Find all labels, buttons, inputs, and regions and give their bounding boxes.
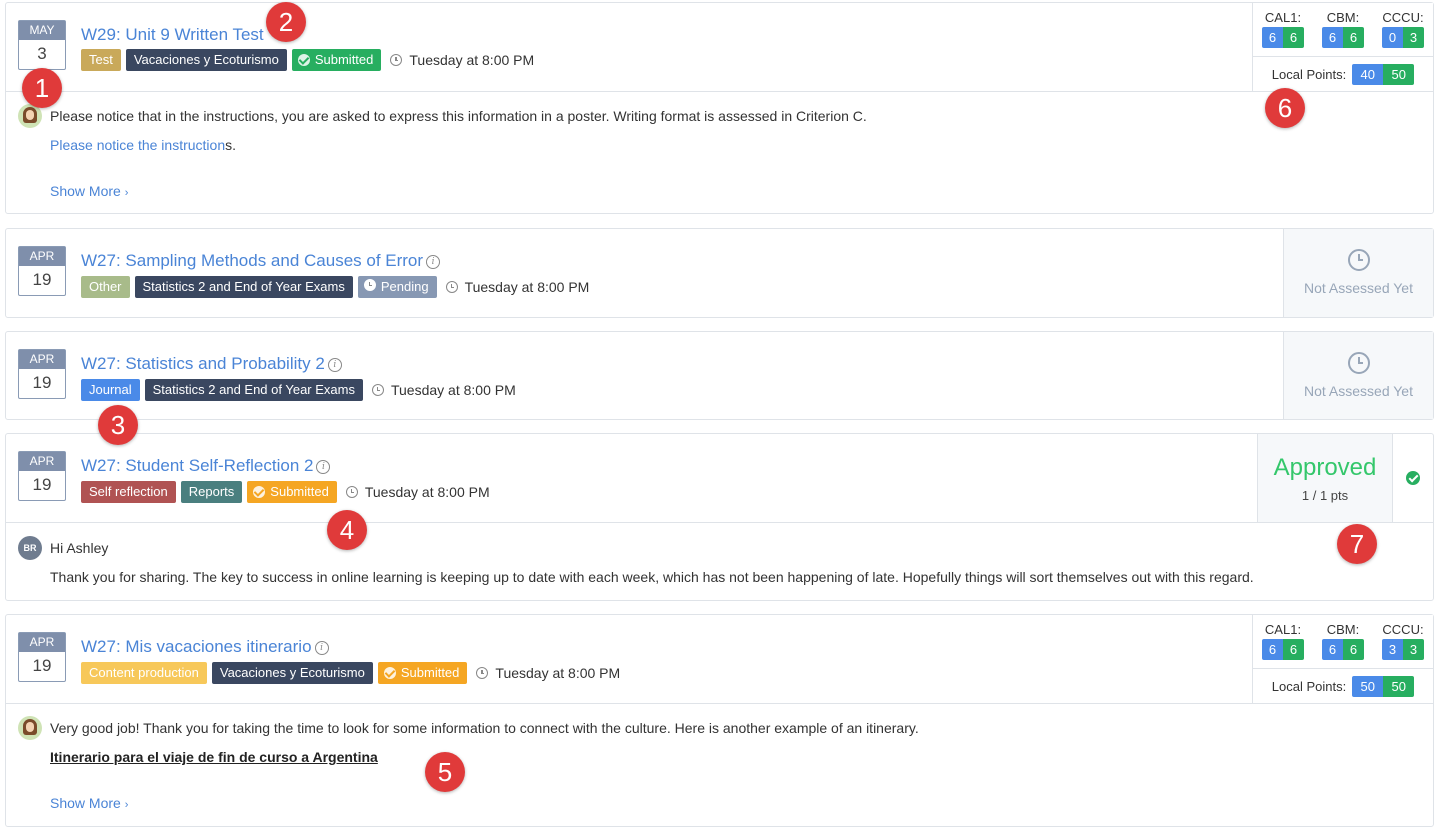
result-panel: Approved 1 / 1 pts <box>1257 434 1392 522</box>
avatar: BR <box>18 536 42 560</box>
tag-type[interactable]: Content production <box>81 662 207 684</box>
assignment-card: APR 19 W27: Statistics and Probability 2… <box>5 331 1434 420</box>
grades-panel: CAL1: 6 6 CBM: 6 6 CCCU: 0 3 Local Points: 40 5… <box>1252 3 1433 91</box>
assignment-title-link[interactable]: W27: Statistics and Probability 2i <box>81 354 342 374</box>
criterion-cal1: CAL1: 6 6 <box>1262 10 1304 56</box>
assignment-title-link[interactable]: W27: Sampling Methods and Causes of Erro… <box>81 251 441 271</box>
info-icon[interactable]: i <box>316 460 331 474</box>
due-date: Tuesday at 8:00 PM <box>371 382 516 398</box>
assignment-title-link[interactable]: W29: Unit 9 Written Test <box>81 25 264 45</box>
criterion-cbm: CBM: 6 6 <box>1322 10 1364 56</box>
itinerary-link[interactable]: Itinerario para el viaje de fin de curso… <box>50 749 378 765</box>
assessment-status: Not Assessed Yet <box>1283 332 1433 419</box>
callout-badge: 1 <box>22 68 62 108</box>
show-more-button[interactable]: Show More › <box>50 183 128 199</box>
criterion-cal1: CAL1: 6 6 <box>1262 622 1304 668</box>
callout-badge: 7 <box>1337 524 1377 564</box>
status-badge: Pending <box>357 276 437 298</box>
check-icon <box>383 667 396 679</box>
date-badge: APR 19 <box>18 349 66 399</box>
avatar <box>18 716 42 740</box>
tag-unit[interactable]: Statistics 2 and End of Year Exams <box>144 379 363 401</box>
check-icon <box>253 486 266 498</box>
tag-unit[interactable]: Vacaciones y Ecoturismo <box>211 662 373 684</box>
date-badge: APR 19 <box>18 451 66 501</box>
assignment-card: MAY 3 W29: Unit 9 Written Test Test Vaca… <box>5 2 1434 214</box>
due-date: Tuesday at 8:00 PM <box>445 279 589 295</box>
assignment-title-link[interactable]: W27: Mis vacaciones itinerario i <box>81 637 329 657</box>
callout-badge: 4 <box>327 510 367 550</box>
clock-icon <box>390 54 403 66</box>
criterion-cbm: CBM: 6 6 <box>1322 622 1364 668</box>
tag-unit[interactable]: Vacaciones y Ecoturismo <box>125 49 287 71</box>
local-points: Local Points: 40 50 <box>1253 57 1433 91</box>
assessment-status: Not Assessed Yet <box>1283 229 1433 317</box>
status-badge: Submitted <box>247 481 337 503</box>
assignment-card: APR 19 W27: Student Self-Reflection 2i S… <box>5 433 1434 601</box>
callout-badge: 6 <box>1265 88 1305 128</box>
check-circle-icon <box>1406 471 1420 485</box>
grades-panel: CAL1: 6 6 CBM: 6 6 CCCU: 3 3 Local Points: 50 5… <box>1252 615 1433 703</box>
clock-icon <box>1347 249 1370 271</box>
check-icon <box>297 54 310 66</box>
clock-icon <box>1347 352 1370 374</box>
clock-icon <box>476 667 489 679</box>
show-more-button[interactable]: Show More › <box>50 795 128 811</box>
clock-icon <box>363 279 376 291</box>
tag-category[interactable]: Reports <box>180 481 243 503</box>
chevron-right-icon: › <box>124 187 129 199</box>
instructions-link[interactable]: Please notice the instruction <box>50 137 225 153</box>
tag-type[interactable]: Other <box>81 276 130 298</box>
info-icon[interactable]: i <box>426 255 441 269</box>
clock-icon <box>345 486 358 498</box>
date-badge: MAY 3 <box>18 20 66 70</box>
callout-badge: 5 <box>425 752 465 792</box>
status-badge: Submitted <box>377 662 468 684</box>
teacher-comment: Very good job! Thank you for taking the … <box>6 703 1433 827</box>
clock-icon <box>445 281 458 293</box>
due-date: Tuesday at 8:00 PM <box>390 52 534 68</box>
date-badge: APR 19 <box>18 632 66 682</box>
due-date: Tuesday at 8:00 PM <box>345 484 490 500</box>
teacher-comment: BR Hi Ashley Thank you for sharing. The … <box>6 522 1433 601</box>
tag-type[interactable]: Journal <box>81 379 140 401</box>
tag-type[interactable]: Self reflection <box>81 481 176 503</box>
assignment-title-link[interactable]: W27: Student Self-Reflection 2i <box>81 456 331 476</box>
tag-unit[interactable]: Statistics 2 and End of Year Exams <box>134 276 353 298</box>
clock-icon <box>371 384 384 396</box>
approved-check <box>1392 434 1433 522</box>
due-date: Tuesday at 8:00 PM <box>476 665 620 681</box>
assignment-card: APR 19 W27: Mis vacaciones itinerario i C… <box>5 614 1434 827</box>
status-badge: Submitted <box>291 49 382 71</box>
info-icon[interactable]: i <box>327 358 342 372</box>
callout-badge: 3 <box>98 405 138 445</box>
assignment-card: APR 19 W27: Sampling Methods and Causes … <box>5 228 1434 318</box>
local-points: Local Points: 50 50 <box>1253 669 1433 703</box>
tag-type[interactable]: Test <box>81 49 121 71</box>
criterion-cccu: CCCU: 3 3 <box>1382 622 1424 668</box>
callout-badge: 2 <box>266 2 306 42</box>
teacher-comment: Please notice that in the instructions, … <box>6 91 1433 215</box>
criterion-cccu: CCCU: 0 3 <box>1382 10 1424 56</box>
chevron-right-icon: › <box>124 799 129 811</box>
date-badge: APR 19 <box>18 246 66 296</box>
info-icon[interactable]: i <box>314 641 329 655</box>
